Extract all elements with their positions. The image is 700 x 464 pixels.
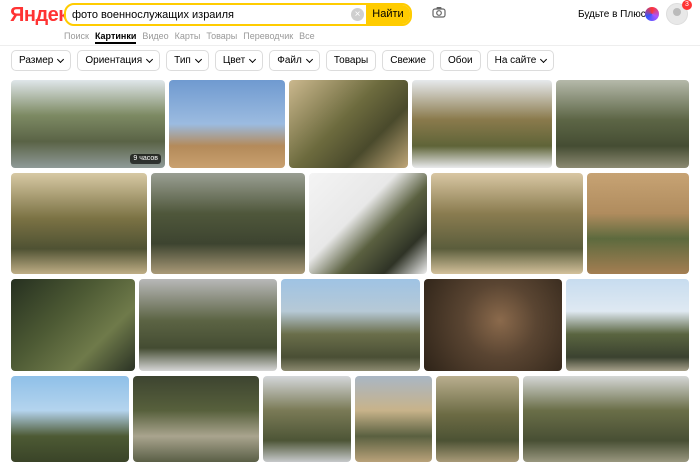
image-result[interactable] [263,376,351,462]
tab-maps[interactable]: Карты [175,30,201,44]
image-result[interactable] [151,173,305,274]
image-result[interactable] [523,376,689,462]
chevron-down-icon [305,55,313,63]
filter-products[interactable]: Товары [325,50,377,71]
image-result[interactable] [436,376,519,462]
filter-color[interactable]: Цвет [214,50,264,71]
tab-video[interactable]: Видео [142,30,168,44]
image-result[interactable] [11,279,135,371]
plus-icon[interactable] [645,7,659,21]
notification-badge: 3 [682,0,692,10]
find-button[interactable]: Найти [366,5,410,24]
filter-label: На сайте [494,55,537,66]
filter-fresh[interactable]: Свежие [382,50,434,71]
filter-label: Цвет [222,55,246,66]
filter-label: Обои [447,55,473,66]
header-divider [0,45,700,46]
image-result[interactable] [11,173,147,274]
image-result[interactable] [424,279,562,371]
search-box[interactable]: × Найти [64,3,412,26]
image-result[interactable] [11,376,129,462]
filter-label: Свежие [390,55,426,66]
filter-label: Размер [19,55,54,66]
image-result[interactable] [412,80,552,168]
filter-label: Файл [277,55,302,66]
tab-products[interactable]: Товары [206,30,237,44]
image-result[interactable] [309,173,427,274]
camera-icon[interactable] [432,6,446,18]
filter-file[interactable]: Файл [269,50,320,71]
filter-bar: Размер Ориентация Тип Цвет Файл Товары С… [11,50,560,72]
clear-icon[interactable]: × [351,8,364,21]
image-result[interactable] [355,376,432,462]
image-result[interactable] [587,173,689,274]
chevron-down-icon [194,55,202,63]
search-tabs: Поиск Картинки Видео Карты Товары Перево… [64,30,321,44]
filter-label: Товары [333,55,369,66]
image-result[interactable] [281,279,420,371]
tab-images[interactable]: Картинки [94,30,137,44]
filter-size[interactable]: Размер [11,50,72,71]
filter-label: Тип [174,55,191,66]
tab-all[interactable]: Все [299,30,315,44]
tab-translator[interactable]: Переводчик [243,30,293,44]
search-input[interactable] [72,5,340,24]
plus-link[interactable]: Будьте в Плюсе [578,9,651,21]
image-result[interactable] [566,279,689,371]
image-result[interactable] [133,376,259,462]
image-result[interactable] [139,279,277,371]
image-result[interactable] [169,80,285,168]
chevron-down-icon [57,55,65,63]
image-result[interactable]: 9 часов [11,80,165,168]
image-result[interactable] [556,80,689,168]
chevron-down-icon [146,55,154,63]
filter-label: Ориентация [85,55,143,66]
image-result[interactable] [431,173,583,274]
chevron-down-icon [540,55,548,63]
filter-type[interactable]: Тип [166,50,209,71]
image-result[interactable] [289,80,408,168]
filter-on-site[interactable]: На сайте [486,50,555,71]
chevron-down-icon [249,55,257,63]
tab-search[interactable]: Поиск [64,30,89,44]
filter-orientation[interactable]: Ориентация [77,50,161,71]
time-badge: 9 часов [130,154,161,164]
filter-wallpapers[interactable]: Обои [439,50,481,71]
